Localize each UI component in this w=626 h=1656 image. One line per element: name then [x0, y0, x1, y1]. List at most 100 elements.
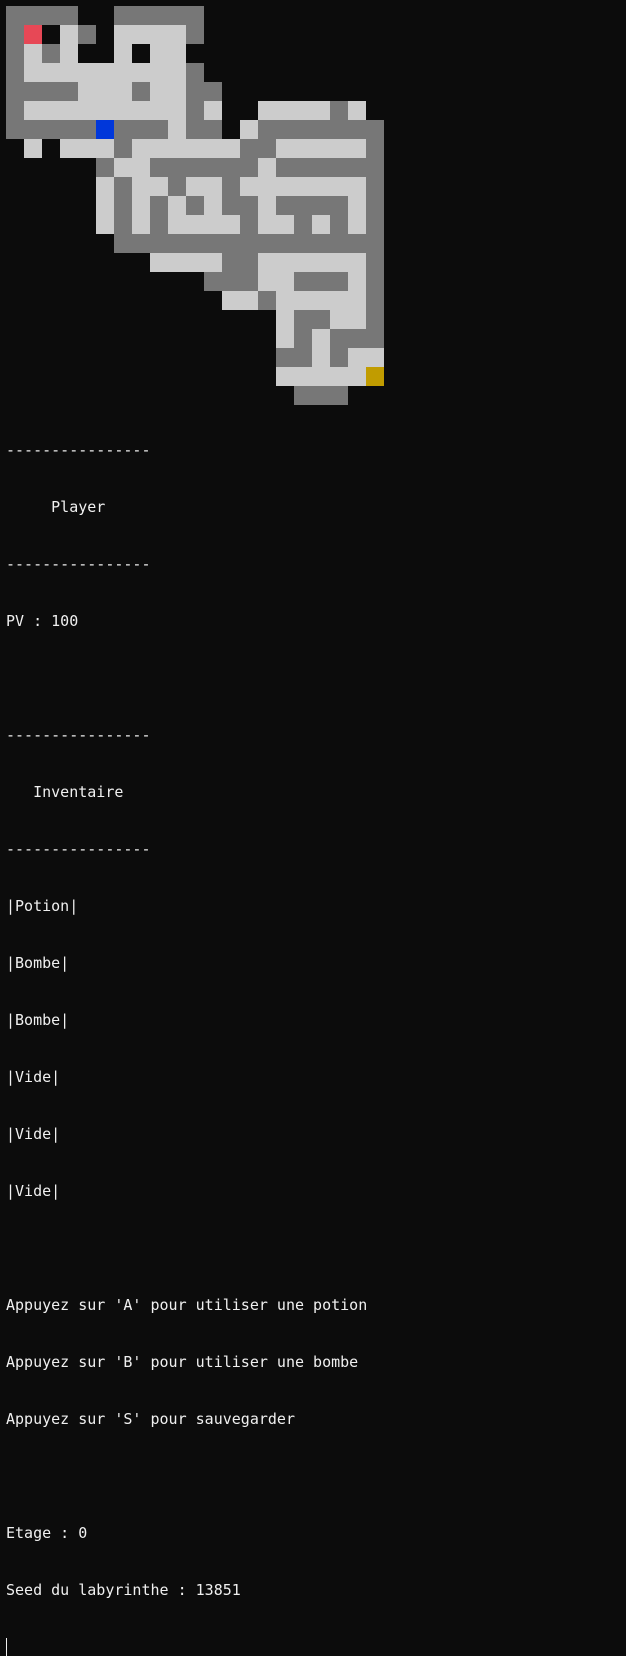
start-marker [24, 25, 42, 44]
maze-floor [24, 139, 42, 158]
maze-wall [366, 310, 384, 329]
separator-line: ---------------- [6, 840, 151, 858]
maze-wall [132, 82, 150, 101]
maze-wall [294, 329, 312, 348]
maze-floor [204, 196, 222, 215]
maze-floor [114, 44, 132, 63]
maze-floor [132, 25, 150, 44]
maze-floor [132, 63, 150, 82]
maze-floor [294, 367, 312, 386]
maze-floor [276, 272, 294, 291]
maze-floor [348, 272, 366, 291]
maze-floor [276, 215, 294, 234]
maze-wall [186, 120, 204, 139]
maze-floor [276, 139, 294, 158]
maze-floor [240, 177, 258, 196]
maze-wall [240, 272, 258, 291]
maze-floor [96, 215, 114, 234]
maze-wall [150, 234, 168, 253]
maze-wall [366, 120, 384, 139]
maze-wall [186, 101, 204, 120]
maze-wall [114, 6, 132, 25]
maze-wall [330, 120, 348, 139]
maze-floor [258, 177, 276, 196]
maze-floor [312, 291, 330, 310]
maze-wall [330, 272, 348, 291]
maze-wall [258, 291, 276, 310]
exit-marker [366, 367, 384, 386]
input-line[interactable] [6, 1638, 367, 1656]
maze-wall [222, 158, 240, 177]
maze-floor [366, 348, 384, 367]
maze-floor [312, 367, 330, 386]
maze-wall [204, 272, 222, 291]
maze-floor [42, 101, 60, 120]
maze-floor [276, 101, 294, 120]
maze-floor [96, 63, 114, 82]
maze-floor [78, 82, 96, 101]
maze-wall [204, 158, 222, 177]
maze-wall [168, 158, 186, 177]
maze-wall [204, 120, 222, 139]
maze-wall [312, 272, 330, 291]
maze-floor [168, 82, 186, 101]
maze-floor [348, 291, 366, 310]
maze-wall [6, 82, 24, 101]
maze-floor [222, 291, 240, 310]
maze-wall [132, 6, 150, 25]
maze-wall [294, 158, 312, 177]
maze-floor [204, 139, 222, 158]
maze-floor [312, 101, 330, 120]
maze-floor [258, 101, 276, 120]
maze-wall [78, 25, 96, 44]
maze-wall [60, 6, 78, 25]
maze-wall [42, 44, 60, 63]
maze-floor [114, 82, 132, 101]
maze-wall [114, 177, 132, 196]
maze-wall [150, 6, 168, 25]
maze-floor [186, 139, 204, 158]
maze-floor [240, 120, 258, 139]
instruction-save: Appuyez sur 'S' pour sauvegarder [6, 1410, 295, 1428]
maze-wall [240, 196, 258, 215]
maze-wall [348, 234, 366, 253]
maze-wall [330, 196, 348, 215]
maze-floor [294, 139, 312, 158]
maze-wall [114, 120, 132, 139]
maze-wall [114, 234, 132, 253]
maze-floor [258, 253, 276, 272]
maze-floor [276, 253, 294, 272]
maze-wall [312, 234, 330, 253]
maze-wall [150, 120, 168, 139]
maze-wall [186, 6, 204, 25]
maze-wall [348, 158, 366, 177]
maze-wall [6, 101, 24, 120]
maze-wall [240, 234, 258, 253]
instruction-bomb: Appuyez sur 'B' pour utiliser une bombe [6, 1353, 359, 1371]
maze-floor [132, 158, 150, 177]
inventory-slot: |Vide| [6, 1182, 61, 1200]
maze-wall [366, 291, 384, 310]
maze-floor [96, 139, 114, 158]
instruction-potion: Appuyez sur 'A' pour utiliser une potion [6, 1296, 368, 1314]
maze-floor [330, 139, 348, 158]
maze-floor [348, 310, 366, 329]
maze-wall [6, 25, 24, 44]
maze-wall [366, 272, 384, 291]
maze-floor [60, 139, 78, 158]
maze-floor [276, 310, 294, 329]
maze-floor [186, 253, 204, 272]
maze-floor [204, 177, 222, 196]
maze-floor [168, 44, 186, 63]
maze-wall [186, 196, 204, 215]
maze-floor [330, 367, 348, 386]
maze-floor [276, 291, 294, 310]
maze-wall [204, 82, 222, 101]
maze-floor [276, 177, 294, 196]
maze-floor [168, 101, 186, 120]
maze-wall [132, 234, 150, 253]
maze-wall [24, 6, 42, 25]
maze-wall [294, 234, 312, 253]
